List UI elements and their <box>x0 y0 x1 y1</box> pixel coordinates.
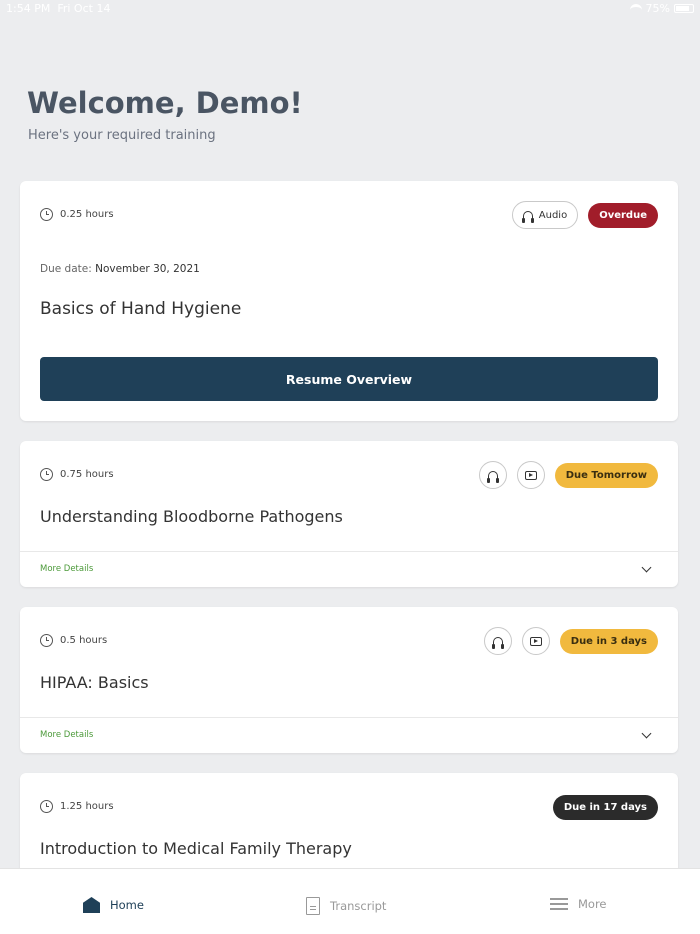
audio-button[interactable] <box>478 461 507 489</box>
resume-overview-button[interactable]: Resume Overview <box>40 357 658 401</box>
status-right: 75% <box>629 2 694 15</box>
more-details-link[interactable]: More Details <box>40 730 93 740</box>
tab-more-label: More <box>578 897 607 911</box>
due-date: Due date: November 30, 2021 <box>40 263 200 275</box>
course-tags: Audio Overdue <box>511 201 658 229</box>
video-icon <box>524 470 537 480</box>
page-title: Welcome, Demo! <box>27 86 303 120</box>
time-text: 1:54 PM <box>6 2 51 15</box>
tab-home-label: Home <box>110 898 144 912</box>
course-card-bloodborne-pathogens: 0.75 hours Due Tomorrow Understanding Bl… <box>20 441 678 587</box>
bottom-tab-bar: Home Transcript More <box>0 868 700 934</box>
duration-text: 0.5 hours <box>60 635 108 646</box>
more-details-row[interactable]: More Details <box>20 551 678 587</box>
course-tags: Due in 17 days <box>552 793 658 821</box>
headphones-icon <box>491 636 504 649</box>
document-icon <box>306 897 320 915</box>
status-badge: Overdue <box>588 202 658 228</box>
course-title: HIPAA: Basics <box>40 673 149 692</box>
duration-text: 1.25 hours <box>60 801 114 812</box>
status-time: 1:54 PM Fri Oct 14 <box>6 2 110 15</box>
more-details-link[interactable]: More Details <box>40 564 93 574</box>
tab-more[interactable]: More <box>550 897 607 911</box>
course-title: Introduction to Medical Family Therapy <box>40 839 352 858</box>
clock-icon <box>40 634 53 647</box>
course-duration: 1.25 hours <box>40 800 114 813</box>
course-card-hand-hygiene: 0.25 hours Audio Overdue Due date: Novem… <box>20 181 678 421</box>
tab-home[interactable]: Home <box>83 897 144 913</box>
battery-icon <box>674 4 694 13</box>
audio-label: Audio <box>538 209 568 221</box>
menu-icon <box>550 903 568 905</box>
course-card-hipaa: 0.5 hours Due in 3 days HIPAA: Basics Mo… <box>20 607 678 753</box>
headphones-icon <box>521 210 534 223</box>
video-button[interactable] <box>516 461 545 489</box>
course-duration: 0.75 hours <box>40 468 114 481</box>
chevron-down-icon[interactable] <box>641 562 652 573</box>
chevron-down-icon[interactable] <box>641 728 652 739</box>
status-badge: Due Tomorrow <box>554 462 658 488</box>
clock-icon <box>40 208 53 221</box>
due-date-value: November 30, 2021 <box>95 263 200 275</box>
status-badge: Due in 3 days <box>559 628 658 654</box>
date-text: Fri Oct 14 <box>57 2 111 15</box>
course-duration: 0.25 hours <box>40 208 114 221</box>
tab-transcript-label: Transcript <box>330 899 387 913</box>
clock-icon <box>40 800 53 813</box>
duration-text: 0.75 hours <box>60 469 114 480</box>
wifi-icon <box>629 4 642 13</box>
status-badge: Due in 17 days <box>552 794 658 820</box>
more-details-row[interactable]: More Details <box>20 717 678 753</box>
home-icon <box>83 897 100 913</box>
video-icon <box>529 636 542 646</box>
due-date-label: Due date: <box>40 263 92 275</box>
page-subtitle: Here's your required training <box>28 128 216 143</box>
course-tags: Due in 3 days <box>483 627 658 655</box>
duration-text: 0.25 hours <box>60 209 114 220</box>
audio-button[interactable] <box>483 627 512 655</box>
headphones-icon <box>486 470 499 483</box>
course-title: Understanding Bloodborne Pathogens <box>40 507 343 526</box>
course-duration: 0.5 hours <box>40 634 107 647</box>
audio-button[interactable]: Audio <box>511 201 579 229</box>
course-title: Basics of Hand Hygiene <box>40 299 242 319</box>
video-button[interactable] <box>521 627 550 655</box>
status-bar: 1:54 PM Fri Oct 14 75% <box>0 0 700 18</box>
clock-icon <box>40 468 53 481</box>
course-tags: Due Tomorrow <box>478 461 658 489</box>
battery-text: 75% <box>645 2 670 15</box>
tab-transcript[interactable]: Transcript <box>306 897 386 915</box>
